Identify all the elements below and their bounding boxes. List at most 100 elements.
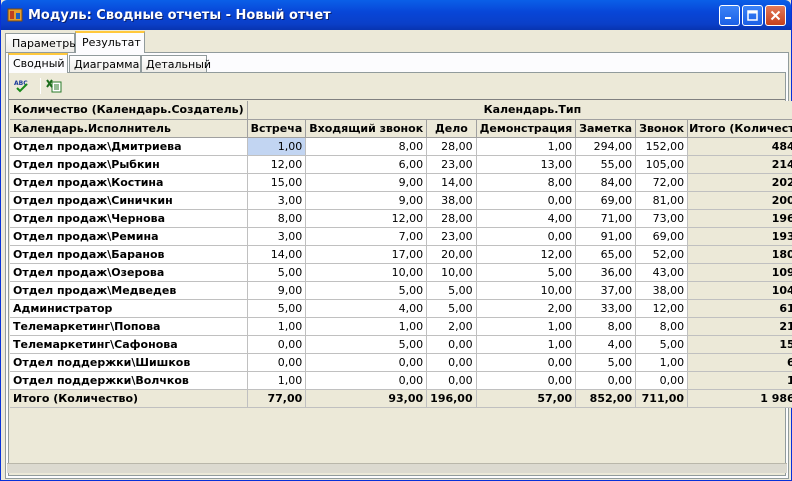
table-cell[interactable]: 0,00 <box>476 353 577 372</box>
table-cell[interactable]: 6,00 <box>305 155 428 174</box>
row-total-cell[interactable]: 61,00 <box>687 299 792 318</box>
column-total-cell[interactable]: 93,00 <box>305 388 428 408</box>
table-cell[interactable]: 5,00 <box>426 281 477 300</box>
row-header[interactable]: Отдел продаж\Рыбкин <box>10 155 248 174</box>
row-total-cell[interactable]: 109,00 <box>687 263 792 282</box>
table-cell[interactable]: 12,00 <box>635 299 689 318</box>
column-header[interactable]: Демонстрация <box>476 119 577 138</box>
table-cell[interactable]: 0,00 <box>305 353 428 372</box>
tab-parameters[interactable]: Параметры <box>5 33 78 53</box>
column-total-cell[interactable]: 57,00 <box>476 388 577 408</box>
row-header[interactable]: Отдел продаж\Чернова <box>10 209 248 228</box>
table-cell[interactable]: 69,00 <box>635 227 689 246</box>
row-total-cell[interactable]: 104,00 <box>687 281 792 300</box>
table-cell[interactable]: 72,00 <box>635 173 689 192</box>
tab-detailed[interactable]: Детальный <box>141 55 211 73</box>
table-cell[interactable]: 9,00 <box>305 191 428 210</box>
table-cell[interactable]: 37,00 <box>575 281 637 300</box>
table-cell[interactable]: 4,00 <box>575 335 637 354</box>
table-cell[interactable]: 5,00 <box>426 299 477 318</box>
table-cell[interactable]: 17,00 <box>305 245 428 264</box>
row-total-cell[interactable]: 214,00 <box>687 155 792 174</box>
table-cell[interactable]: 28,00 <box>426 137 477 156</box>
table-cell[interactable]: 4,00 <box>305 299 428 318</box>
table-cell[interactable]: 5,00 <box>476 263 577 282</box>
table-cell[interactable]: 0,00 <box>426 335 477 354</box>
title-bar[interactable]: Модуль: Сводные отчеты - Новый отчет <box>1 0 791 30</box>
column-total-cell[interactable]: 196,00 <box>426 388 477 408</box>
table-cell[interactable]: 1,00 <box>247 137 307 156</box>
table-cell[interactable]: 73,00 <box>635 209 689 228</box>
column-header[interactable]: Входящий звонок <box>305 119 428 138</box>
table-cell[interactable]: 14,00 <box>247 245 307 264</box>
table-cell[interactable]: 2,00 <box>426 317 477 336</box>
column-total-cell[interactable]: 711,00 <box>635 388 689 408</box>
table-cell[interactable]: 8,00 <box>476 173 577 192</box>
table-cell[interactable]: 81,00 <box>635 191 689 210</box>
table-cell[interactable]: 3,00 <box>247 227 307 246</box>
column-header[interactable]: Заметка <box>575 119 637 138</box>
close-button[interactable] <box>765 5 786 26</box>
table-cell[interactable]: 105,00 <box>635 155 689 174</box>
table-cell[interactable]: 12,00 <box>247 155 307 174</box>
row-total-cell[interactable]: 6,00 <box>687 353 792 372</box>
row-total-cell[interactable]: 1,00 <box>687 371 792 390</box>
table-cell[interactable]: 0,00 <box>476 191 577 210</box>
table-cell[interactable]: 5,00 <box>247 299 307 318</box>
table-cell[interactable]: 14,00 <box>426 173 477 192</box>
table-cell[interactable]: 5,00 <box>247 263 307 282</box>
spellcheck-button[interactable]: ABC <box>13 77 31 95</box>
table-cell[interactable]: 12,00 <box>305 209 428 228</box>
row-total-cell[interactable]: 21,00 <box>687 317 792 336</box>
column-header[interactable]: Звонок <box>635 119 689 138</box>
row-total-cell[interactable]: 193,00 <box>687 227 792 246</box>
table-cell[interactable]: 1,00 <box>476 335 577 354</box>
maximize-button[interactable] <box>742 5 763 26</box>
table-cell[interactable]: 0,00 <box>476 227 577 246</box>
tab-pivot[interactable]: Сводный <box>8 53 68 73</box>
table-cell[interactable]: 0,00 <box>426 371 477 390</box>
table-cell[interactable]: 55,00 <box>575 155 637 174</box>
table-cell[interactable]: 0,00 <box>247 335 307 354</box>
table-cell[interactable]: 65,00 <box>575 245 637 264</box>
table-cell[interactable]: 8,00 <box>635 317 689 336</box>
row-header[interactable]: Отдел продаж\Озерова <box>10 263 248 282</box>
row-header[interactable]: Телемаркетинг\Сафонова <box>10 335 248 354</box>
row-total-cell[interactable]: 196,00 <box>687 209 792 228</box>
row-total-cell[interactable]: 202,00 <box>687 173 792 192</box>
tab-chart[interactable]: Диаграмма <box>69 55 141 73</box>
table-cell[interactable]: 10,00 <box>426 263 477 282</box>
row-header[interactable]: Администратор <box>10 299 248 318</box>
table-cell[interactable]: 8,00 <box>247 209 307 228</box>
table-cell[interactable]: 0,00 <box>575 371 637 390</box>
row-header[interactable]: Отдел продаж\Баранов <box>10 245 248 264</box>
table-cell[interactable]: 33,00 <box>575 299 637 318</box>
table-cell[interactable]: 71,00 <box>575 209 637 228</box>
table-cell[interactable]: 0,00 <box>635 371 689 390</box>
table-cell[interactable]: 1,00 <box>305 317 428 336</box>
row-header[interactable]: Отдел продаж\Ремина <box>10 227 248 246</box>
table-cell[interactable]: 0,00 <box>305 371 428 390</box>
table-cell[interactable]: 4,00 <box>476 209 577 228</box>
table-cell[interactable]: 5,00 <box>635 335 689 354</box>
table-cell[interactable]: 1,00 <box>247 317 307 336</box>
row-header[interactable]: Отдел продаж\Синичкин <box>10 191 248 210</box>
column-group-label[interactable]: Календарь.Тип <box>247 101 792 120</box>
row-total-cell[interactable]: 484,00 <box>687 137 792 156</box>
table-cell[interactable]: 43,00 <box>635 263 689 282</box>
row-total-cell[interactable]: 180,00 <box>687 245 792 264</box>
table-cell[interactable]: 15,00 <box>247 173 307 192</box>
table-cell[interactable]: 1,00 <box>247 371 307 390</box>
table-cell[interactable]: 28,00 <box>426 209 477 228</box>
table-cell[interactable]: 5,00 <box>575 353 637 372</box>
column-total-cell[interactable]: 852,00 <box>575 388 637 408</box>
pivot-grid[interactable]: Количество (Календарь.Создатель) Календа… <box>9 99 792 475</box>
table-cell[interactable]: 0,00 <box>426 353 477 372</box>
table-cell[interactable]: 294,00 <box>575 137 637 156</box>
column-total-cell[interactable]: 77,00 <box>247 388 307 408</box>
tab-result[interactable]: Результат <box>75 31 145 53</box>
total-row-label[interactable]: Итого (Количество) <box>10 388 248 408</box>
table-cell[interactable]: 0,00 <box>476 371 577 390</box>
table-cell[interactable]: 1,00 <box>635 353 689 372</box>
table-cell[interactable]: 84,00 <box>575 173 637 192</box>
